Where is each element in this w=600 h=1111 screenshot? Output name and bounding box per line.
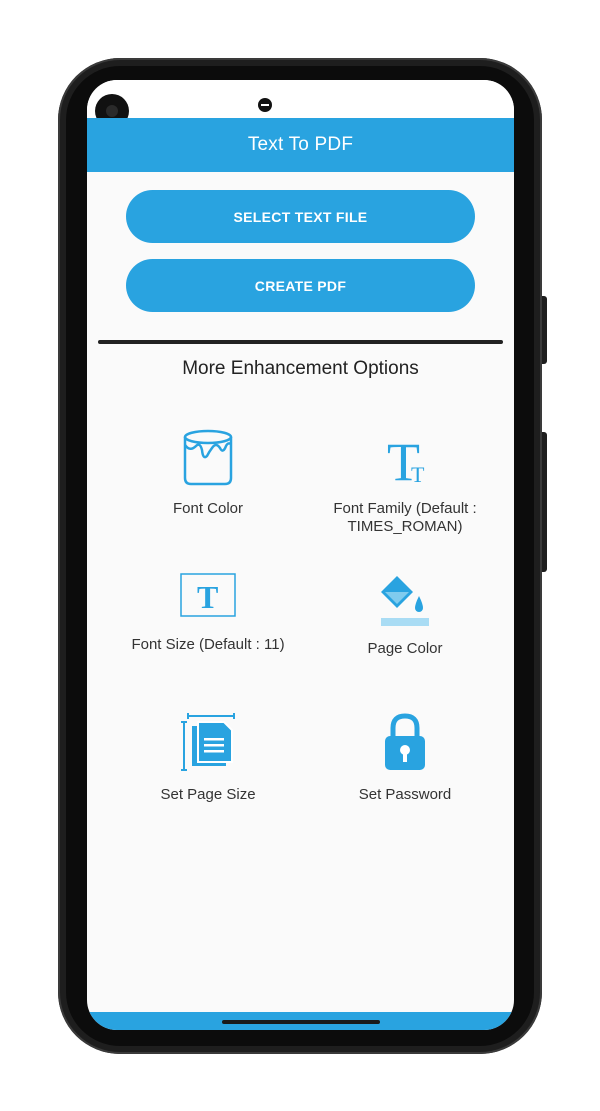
- option-label: Font Family (Default : TIMES_ROMAN): [333, 500, 477, 535]
- option-font-color[interactable]: Font Color: [108, 428, 308, 518]
- option-label: Set Password: [358, 786, 452, 803]
- option-font-size[interactable]: T Font Size (Default : 11): [108, 572, 308, 654]
- page-color-icon: [381, 576, 429, 626]
- option-label: Font Size (Default : 11): [131, 636, 285, 653]
- power-button: [542, 296, 547, 364]
- paint-bucket-icon: [183, 429, 233, 486]
- create-pdf-button[interactable]: CREATE PDF: [126, 259, 475, 312]
- status-bar: [87, 80, 514, 128]
- select-text-file-button[interactable]: SELECT TEXT FILE: [126, 190, 475, 243]
- section-divider: [98, 340, 503, 344]
- option-label: Page Color: [367, 640, 443, 657]
- page-size-icon: [181, 713, 235, 771]
- home-indicator[interactable]: [222, 1020, 380, 1024]
- svg-text:T: T: [197, 579, 218, 615]
- screen: Text To PDF SELECT TEXT FILE CREATE PDF …: [87, 80, 514, 1030]
- volume-button: [542, 432, 547, 572]
- option-font-family[interactable]: T T Font Family (Default : TIMES_ROMAN): [305, 428, 505, 536]
- app-title: Text To PDF: [247, 134, 354, 155]
- option-set-page-size[interactable]: Set Page Size: [108, 712, 308, 804]
- option-page-color[interactable]: Page Color: [305, 570, 505, 658]
- status-notification-icon: [258, 98, 272, 112]
- svg-text:T: T: [411, 462, 425, 487]
- option-set-password[interactable]: Set Password: [305, 712, 505, 804]
- font-size-icon: T: [180, 573, 236, 617]
- option-label: Font Color: [172, 500, 244, 517]
- font-family-icon: T T: [387, 432, 425, 488]
- app-bar: Text To PDF: [87, 118, 514, 172]
- lock-icon: [385, 713, 425, 770]
- option-label: Set Page Size: [160, 786, 256, 803]
- section-title: More Enhancement Options: [182, 358, 419, 379]
